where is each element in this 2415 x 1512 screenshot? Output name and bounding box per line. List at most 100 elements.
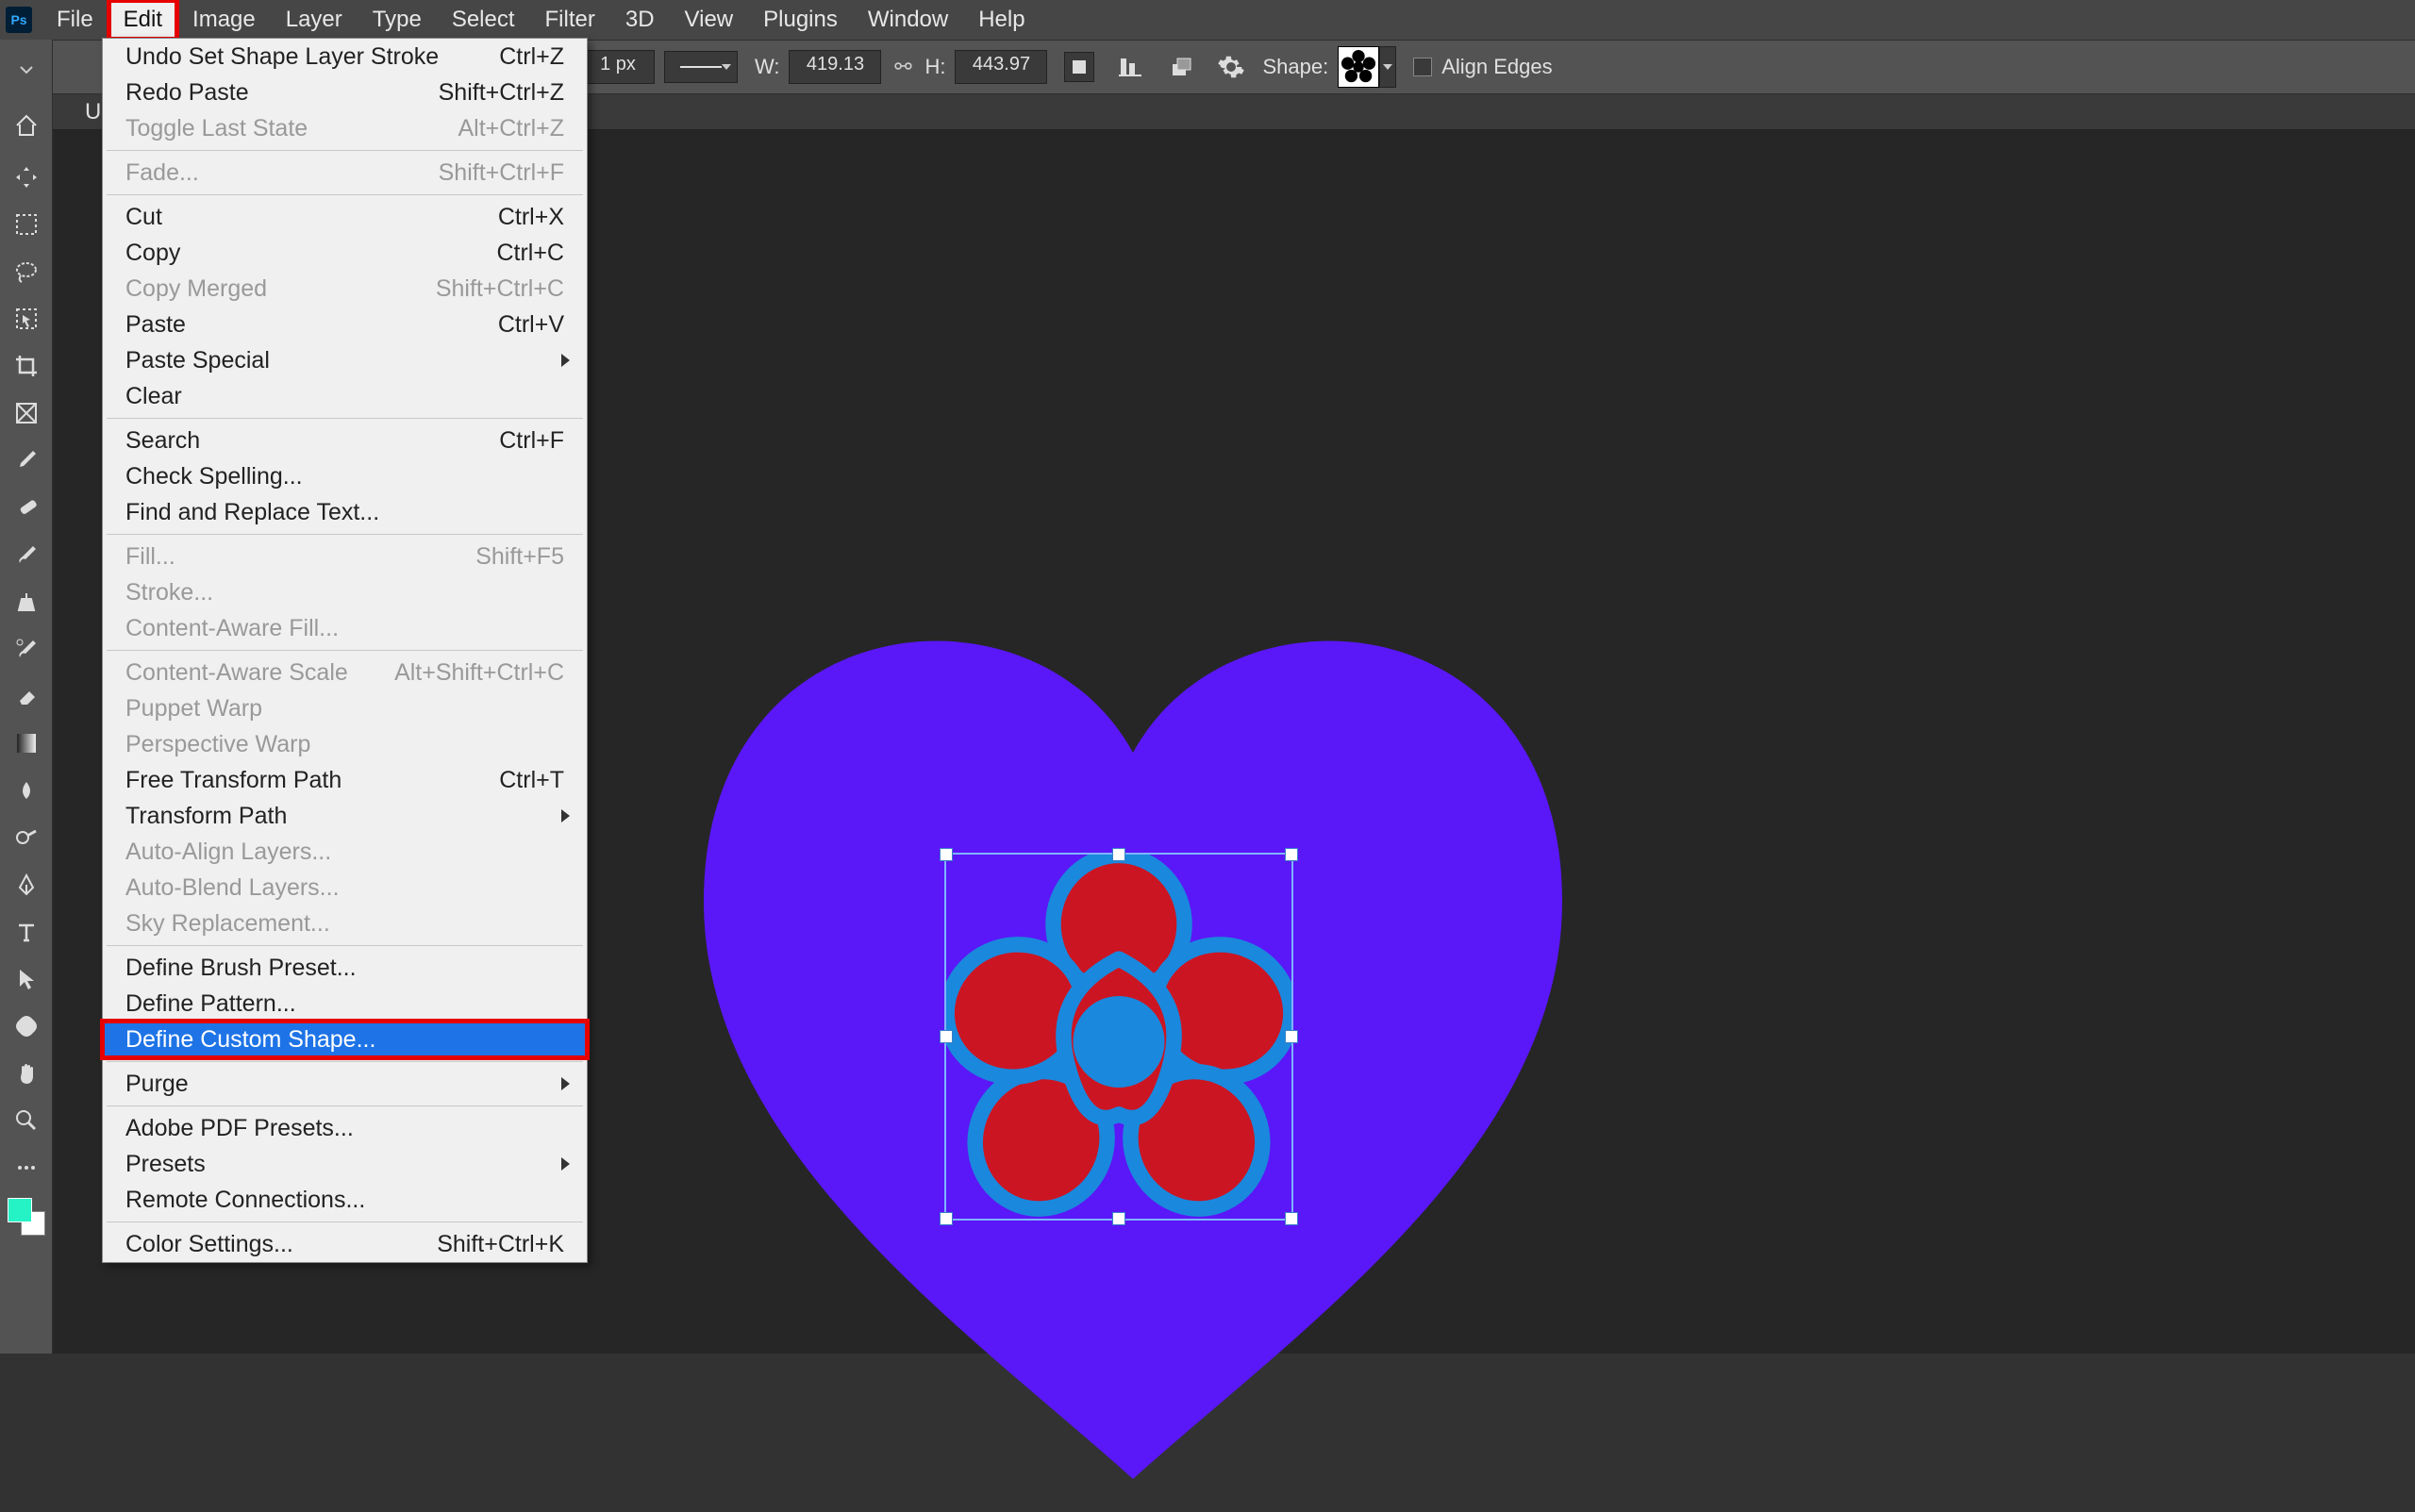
height-input[interactable]: 443.97 xyxy=(955,50,1047,84)
menu-separator xyxy=(107,150,583,151)
menu-item-purge[interactable]: Purge xyxy=(103,1066,587,1102)
menu-item-shortcut: Ctrl+V xyxy=(498,311,564,339)
tool-object-select[interactable] xyxy=(4,296,49,341)
tool-custom-shape[interactable] xyxy=(4,1004,49,1049)
home-button[interactable] xyxy=(4,98,49,153)
handle-bottom-center[interactable] xyxy=(1112,1212,1125,1225)
menu-item-label: Copy Merged xyxy=(125,275,267,303)
document-tab[interactable]: U xyxy=(85,99,101,125)
stroke-style-select[interactable] xyxy=(664,51,738,83)
width-input[interactable]: 419.13 xyxy=(789,50,881,84)
tool-move[interactable] xyxy=(4,155,49,200)
menu-item-label: Presets xyxy=(125,1151,206,1178)
menu-item-label: Sky Replacement... xyxy=(125,910,330,938)
menu-item-toggle-last-state: Toggle Last StateAlt+Ctrl+Z xyxy=(103,110,587,146)
menu-type[interactable]: Type xyxy=(358,0,437,40)
menu-item-shortcut: Ctrl+T xyxy=(499,767,564,794)
menu-item-presets[interactable]: Presets xyxy=(103,1146,587,1182)
menu-view[interactable]: View xyxy=(670,0,749,40)
menu-item-content-aware-scale: Content-Aware ScaleAlt+Shift+Ctrl+C xyxy=(103,655,587,690)
color-swatches[interactable] xyxy=(8,1198,45,1236)
handle-bottom-right[interactable] xyxy=(1285,1212,1298,1225)
tool-clone[interactable] xyxy=(4,579,49,624)
tool-gradient[interactable] xyxy=(4,721,49,766)
align-button[interactable] xyxy=(1115,52,1145,82)
link-icon[interactable]: ⚯ xyxy=(891,55,915,79)
menu-item-color-settings[interactable]: Color Settings...Shift+Ctrl+K xyxy=(103,1226,587,1262)
handle-top-center[interactable] xyxy=(1112,848,1125,861)
menu-plugins[interactable]: Plugins xyxy=(748,0,853,40)
menu-help[interactable]: Help xyxy=(963,0,1040,40)
selection-bounding-box[interactable] xyxy=(944,853,1293,1221)
menu-item-define-pattern[interactable]: Define Pattern... xyxy=(103,986,587,1022)
menu-layer[interactable]: Layer xyxy=(271,0,358,40)
tool-blur[interactable] xyxy=(4,768,49,813)
menu-item-label: Paste Special xyxy=(125,347,270,374)
menu-image[interactable]: Image xyxy=(177,0,271,40)
tool-frame[interactable] xyxy=(4,390,49,436)
tool-brush[interactable] xyxy=(4,532,49,577)
handle-bottom-left[interactable] xyxy=(940,1212,953,1225)
tool-crop[interactable] xyxy=(4,343,49,389)
tool-pen[interactable] xyxy=(4,862,49,907)
menu-item-transform-path[interactable]: Transform Path xyxy=(103,798,587,834)
menu-item-shortcut: Ctrl+C xyxy=(496,240,564,267)
arrange-button[interactable] xyxy=(1166,52,1196,82)
menu-3d[interactable]: 3D xyxy=(610,0,670,40)
menu-item-free-transform-path[interactable]: Free Transform PathCtrl+T xyxy=(103,762,587,798)
path-ops-button[interactable] xyxy=(1064,52,1094,82)
tool-eyedropper[interactable] xyxy=(4,438,49,483)
menu-item-shortcut: Shift+Ctrl+Z xyxy=(439,79,564,107)
tool-healing[interactable] xyxy=(4,485,49,530)
tool-hand[interactable] xyxy=(4,1051,49,1096)
menu-file[interactable]: File xyxy=(42,0,108,40)
menu-item-label: Find and Replace Text... xyxy=(125,499,379,526)
tool-lasso[interactable] xyxy=(4,249,49,294)
menu-item-clear[interactable]: Clear xyxy=(103,378,587,414)
menu-separator xyxy=(107,418,583,419)
menu-item-undo-set-shape-layer-stroke[interactable]: Undo Set Shape Layer StrokeCtrl+Z xyxy=(103,39,587,75)
menu-item-paste[interactable]: PasteCtrl+V xyxy=(103,307,587,342)
menu-item-label: Purge xyxy=(125,1071,189,1098)
menu-item-find-and-replace-text[interactable]: Find and Replace Text... xyxy=(103,494,587,530)
menu-item-label: Check Spelling... xyxy=(125,463,303,490)
handle-mid-right[interactable] xyxy=(1285,1030,1298,1043)
handle-top-right[interactable] xyxy=(1285,848,1298,861)
menu-filter[interactable]: Filter xyxy=(530,0,610,40)
menu-item-remote-connections[interactable]: Remote Connections... xyxy=(103,1182,587,1218)
menu-item-define-custom-shape[interactable]: Define Custom Shape... xyxy=(103,1022,587,1057)
menu-separator xyxy=(107,534,583,535)
tool-marquee[interactable] xyxy=(4,202,49,247)
shape-dropdown[interactable] xyxy=(1379,46,1396,88)
menu-item-label: Content-Aware Scale xyxy=(125,659,348,687)
tool-more[interactable] xyxy=(4,1145,49,1190)
handle-mid-left[interactable] xyxy=(940,1030,953,1043)
tool-path-select[interactable] xyxy=(4,956,49,1002)
menu-item-check-spelling[interactable]: Check Spelling... xyxy=(103,458,587,494)
menu-item-search[interactable]: SearchCtrl+F xyxy=(103,423,587,458)
app-icon: Ps xyxy=(6,7,32,33)
menu-item-auto-align-layers: Auto-Align Layers... xyxy=(103,834,587,870)
menu-item-define-brush-preset[interactable]: Define Brush Preset... xyxy=(103,950,587,986)
stroke-width-input[interactable]: 1 px xyxy=(581,50,655,84)
menu-item-auto-blend-layers: Auto-Blend Layers... xyxy=(103,870,587,906)
tool-eraser[interactable] xyxy=(4,673,49,719)
tool-type[interactable] xyxy=(4,909,49,955)
align-edges-checkbox[interactable] xyxy=(1413,58,1432,76)
tool-history-brush[interactable] xyxy=(4,626,49,672)
handle-top-left[interactable] xyxy=(940,848,953,861)
menu-item-redo-paste[interactable]: Redo PasteShift+Ctrl+Z xyxy=(103,75,587,110)
tool-zoom[interactable] xyxy=(4,1098,49,1143)
menu-item-paste-special[interactable]: Paste Special xyxy=(103,342,587,378)
collapse-toggle[interactable] xyxy=(4,43,49,96)
menu-select[interactable]: Select xyxy=(437,0,530,40)
menu-window[interactable]: Window xyxy=(853,0,963,40)
gear-icon[interactable] xyxy=(1217,53,1245,81)
menu-item-copy[interactable]: CopyCtrl+C xyxy=(103,235,587,271)
menu-edit[interactable]: Edit xyxy=(108,0,177,40)
menu-item-adobe-pdf-presets[interactable]: Adobe PDF Presets... xyxy=(103,1110,587,1146)
tool-dodge[interactable] xyxy=(4,815,49,860)
menu-item-cut[interactable]: CutCtrl+X xyxy=(103,199,587,235)
menu-item-label: Auto-Align Layers... xyxy=(125,839,331,866)
menu-item-label: Transform Path xyxy=(125,803,287,830)
